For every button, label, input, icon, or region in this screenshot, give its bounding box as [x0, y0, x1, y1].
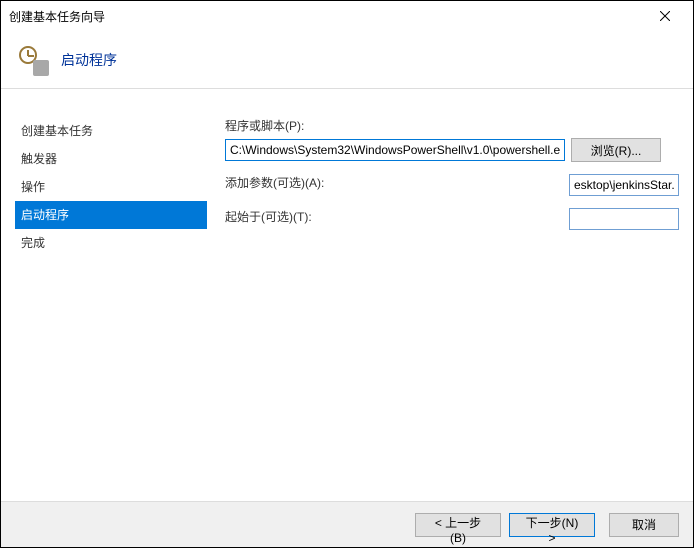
- button-bar: < 上一步(B) 下一步(N) > 取消: [1, 501, 693, 547]
- sidebar-item-action[interactable]: 操作: [15, 173, 207, 201]
- titlebar: 创建基本任务向导: [1, 1, 693, 31]
- arguments-input[interactable]: [569, 174, 679, 196]
- close-icon: [660, 11, 670, 21]
- sidebar-item-finish[interactable]: 完成: [15, 229, 207, 257]
- startin-input[interactable]: [569, 208, 679, 230]
- program-label: 程序或脚本(P):: [225, 117, 679, 134]
- wizard-content: 创建基本任务 触发器 操作 启动程序 完成 程序或脚本(P): 浏览(R)...…: [1, 89, 693, 501]
- arguments-label: 添加参数(可选)(A):: [225, 176, 324, 190]
- wizard-icon: [17, 44, 49, 76]
- program-input[interactable]: [225, 139, 565, 161]
- form-area: 程序或脚本(P): 浏览(R)... 添加参数(可选)(A): 起始于(可选)(…: [225, 117, 679, 230]
- sidebar-item-create-task[interactable]: 创建基本任务: [15, 117, 207, 145]
- close-button[interactable]: [645, 1, 685, 31]
- wizard-header: 启动程序: [1, 31, 693, 89]
- back-button[interactable]: < 上一步(B): [415, 513, 501, 537]
- sidebar-item-start-program[interactable]: 启动程序: [15, 201, 207, 229]
- window-title: 创建基本任务向导: [9, 8, 645, 25]
- startin-label: 起始于(可选)(T):: [225, 210, 312, 224]
- browse-button[interactable]: 浏览(R)...: [571, 138, 661, 162]
- wizard-steps-sidebar: 创建基本任务 触发器 操作 启动程序 完成: [15, 117, 207, 257]
- sidebar-item-trigger[interactable]: 触发器: [15, 145, 207, 173]
- next-button[interactable]: 下一步(N) >: [509, 513, 595, 537]
- cancel-button[interactable]: 取消: [609, 513, 679, 537]
- page-title: 启动程序: [61, 50, 117, 70]
